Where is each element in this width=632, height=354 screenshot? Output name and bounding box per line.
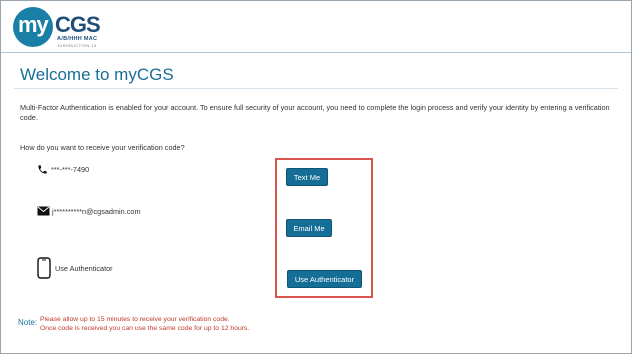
title-divider: [14, 88, 618, 89]
email-address-label: j**********n@cgsadmin.com: [52, 206, 141, 216]
use-authenticator-button[interactable]: Use Authenticator: [287, 270, 362, 288]
note-label: Note:: [18, 318, 38, 327]
option-email: j**********n@cgsadmin.com: [37, 206, 141, 216]
logo-cgs-text: CGS: [55, 12, 101, 37]
mycgs-logo: my CGS A/B/HHH MAC JURISDICTION 15: [13, 7, 105, 48]
option-phone: ***-***-7490: [37, 164, 89, 175]
mfa-intro-text: Multi-Factor Authentication is enabled f…: [20, 103, 610, 122]
note-text: Please allow up to 15 minutes to receive…: [40, 315, 249, 333]
smartphone-icon: [37, 257, 51, 279]
verification-question: How do you want to receive your verifica…: [20, 143, 185, 152]
note-line-2: Once code is received you can use the sa…: [40, 325, 250, 332]
text-me-button[interactable]: Text Me: [286, 168, 328, 186]
page-title: Welcome to myCGS: [20, 65, 174, 84]
phone-icon: [38, 165, 47, 174]
phone-number-label: ***-***-7490: [51, 165, 90, 174]
header-divider: [1, 52, 631, 53]
email-me-button[interactable]: Email Me: [286, 219, 332, 237]
logo-subtitle-2: JURISDICTION 15: [57, 43, 97, 48]
header: my CGS A/B/HHH MAC JURISDICTION 15: [1, 1, 631, 51]
option-authenticator: Use Authenticator: [37, 257, 113, 279]
logo-subtitle: A/B/HHH MAC: [57, 36, 98, 42]
envelope-icon: [37, 206, 50, 216]
authenticator-label: Use Authenticator: [55, 263, 113, 273]
note-line-1: Please allow up to 15 minutes to receive…: [40, 316, 230, 323]
logo-my-text: my: [18, 12, 49, 37]
